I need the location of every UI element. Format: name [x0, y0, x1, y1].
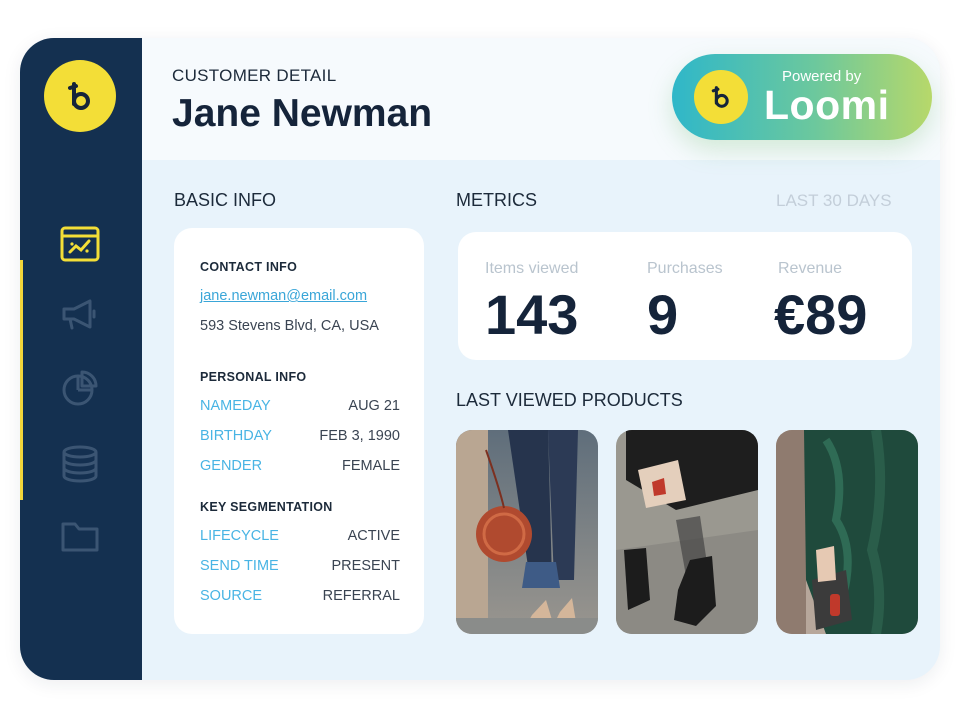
loomi-brand-label: Loomi [764, 82, 890, 128]
metrics-heading: METRICS [456, 190, 537, 210]
info-value: ACTIVE [347, 528, 400, 544]
info-row-lifecycle: LIFECYCLE ACTIVE [200, 528, 400, 544]
page-title: Jane Newman [172, 92, 433, 135]
page-eyebrow: CUSTOMER DETAIL [172, 66, 337, 85]
metric-value-revenue: €89 [774, 283, 868, 346]
info-row-source: SOURCE REFERRAL [200, 588, 400, 604]
sidebar-item-files[interactable] [58, 514, 102, 558]
metric-label-purchases: Purchases [647, 260, 723, 277]
info-row-nameday: NAMEDAY AUG 21 [200, 398, 400, 414]
sidebar-item-campaigns[interactable] [58, 292, 102, 336]
product-card-boots[interactable] [616, 430, 758, 634]
info-value: FEMALE [341, 458, 400, 474]
info-key: NAMEDAY [200, 398, 271, 414]
info-value: FEB 3, 1990 [319, 428, 400, 444]
dashboard-icon [60, 226, 100, 262]
personal-info-heading: PERSONAL INFO [200, 370, 307, 384]
metric-value-items-viewed: 143 [485, 283, 579, 346]
metric-value-purchases: 9 [647, 283, 679, 346]
metric-label-items-viewed: Items viewed [485, 260, 579, 277]
info-row-gender: GENDER FEMALE [200, 458, 400, 474]
loomi-logo-icon [694, 70, 748, 124]
basic-info-card: CONTACT INFO jane.newman@email.com 593 S… [174, 228, 424, 634]
sidebar [20, 38, 142, 680]
info-row-send-time: SEND TIME PRESENT [200, 558, 400, 574]
product-card-handbag[interactable] [456, 430, 598, 634]
info-key: BIRTHDAY [200, 428, 272, 444]
black-ankle-boots-photo [616, 430, 758, 634]
info-key: SOURCE [200, 588, 263, 604]
powered-by-loomi-badge[interactable]: Powered by Loomi [672, 54, 932, 140]
contact-info-heading: CONTACT INFO [200, 260, 298, 274]
info-value: PRESENT [331, 558, 401, 574]
email-link[interactable]: jane.newman@email.com [200, 288, 367, 304]
sidebar-item-analytics[interactable] [58, 366, 102, 410]
basic-info-heading: BASIC INFO [174, 190, 277, 210]
sidebar-item-dashboard[interactable] [58, 222, 102, 266]
bloomreach-logo[interactable] [44, 60, 116, 132]
product-card-fur-coat[interactable] [776, 430, 918, 634]
sidebar-accent-line [20, 260, 23, 500]
last-viewed-products-heading: LAST VIEWED PRODUCTS [456, 390, 683, 410]
key-segmentation-heading: KEY SEGMENTATION [200, 500, 333, 514]
info-key: LIFECYCLE [200, 528, 279, 544]
megaphone-icon [62, 299, 96, 330]
info-row-birthday: BIRTHDAY FEB 3, 1990 [200, 428, 400, 444]
sidebar-item-data[interactable] [58, 442, 102, 486]
address-text: 593 Stevens Blvd, CA, USA [200, 318, 379, 334]
metric-label-revenue: Revenue [778, 260, 843, 277]
red-round-handbag-photo [456, 430, 598, 634]
info-key: GENDER [200, 458, 263, 474]
info-key: SEND TIME [200, 558, 279, 574]
logo-mark-icon [68, 82, 90, 110]
info-value: REFERRAL [322, 588, 400, 604]
logo-mark-icon [711, 86, 729, 108]
green-faux-fur-coat-photo [776, 430, 918, 634]
database-icon [62, 445, 98, 483]
pie-chart-icon [62, 370, 98, 406]
date-range-filter[interactable]: LAST 30 DAYS [776, 191, 892, 211]
info-value: AUG 21 [348, 398, 400, 414]
metrics-card: Items viewed 143 Purchases 9 Revenue €89 [458, 232, 912, 360]
folder-icon [61, 522, 99, 552]
